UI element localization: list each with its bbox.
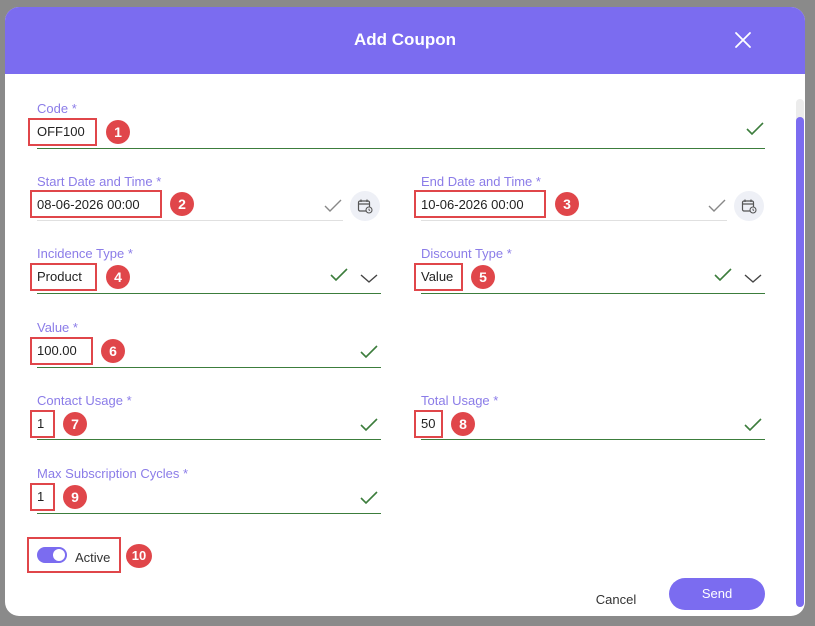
- chevron-down-icon[interactable]: [359, 272, 379, 284]
- annotation-box-5: [414, 263, 463, 291]
- check-icon: [360, 345, 378, 359]
- check-icon: [360, 491, 378, 505]
- dialog-header: Add Coupon: [5, 7, 805, 74]
- contact-usage-underline: [37, 439, 381, 440]
- check-icon: [324, 199, 342, 212]
- annotation-box-2: [30, 190, 162, 218]
- send-button[interactable]: Send: [669, 578, 765, 610]
- max-cycles-label: Max Subscription Cycles *: [37, 466, 188, 481]
- incidence-type-underline: [37, 293, 381, 294]
- annotation-badge-7: 7: [63, 412, 87, 436]
- annotation-box-9: [30, 483, 55, 511]
- code-field[interactable]: Code * OFF100: [37, 101, 765, 149]
- annotation-box-10: [27, 537, 121, 573]
- max-cycles-underline: [37, 513, 381, 514]
- contact-usage-label: Contact Usage *: [37, 393, 132, 408]
- end-date-label: End Date and Time *: [421, 174, 541, 189]
- check-icon: [746, 122, 764, 136]
- calendar-icon: [741, 199, 757, 214]
- end-date-calendar-button[interactable]: [734, 191, 764, 221]
- annotation-box-1: [28, 118, 97, 146]
- check-icon: [330, 268, 348, 282]
- discount-type-underline: [421, 293, 765, 294]
- start-date-calendar-button[interactable]: [350, 191, 380, 221]
- annotation-badge-3: 3: [555, 192, 579, 216]
- check-icon: [714, 268, 732, 282]
- check-icon: [708, 199, 726, 212]
- close-button[interactable]: [732, 29, 754, 51]
- annotation-badge-6: 6: [101, 339, 125, 363]
- max-cycles-field[interactable]: Max Subscription Cycles * 1: [37, 466, 381, 514]
- dialog-title: Add Coupon: [354, 30, 456, 49]
- annotation-box-8: [414, 410, 443, 438]
- chevron-down-icon[interactable]: [743, 272, 763, 284]
- start-date-label: Start Date and Time *: [37, 174, 162, 189]
- contact-usage-field[interactable]: Contact Usage * 1: [37, 393, 381, 440]
- scrollbar-thumb[interactable]: [796, 117, 804, 607]
- annotation-badge-5: 5: [471, 265, 495, 289]
- annotation-box-6: [30, 337, 93, 365]
- annotation-box-7: [30, 410, 55, 438]
- cancel-button[interactable]: Cancel: [580, 584, 652, 616]
- incidence-type-label: Incidence Type *: [37, 246, 133, 261]
- total-usage-underline: [421, 439, 765, 440]
- close-icon: [735, 32, 751, 48]
- code-label: Code *: [37, 101, 77, 116]
- annotation-badge-1: 1: [106, 120, 130, 144]
- annotation-badge-2: 2: [170, 192, 194, 216]
- calendar-icon: [357, 199, 373, 214]
- check-icon: [744, 418, 762, 432]
- end-date-underline: [421, 220, 727, 221]
- annotation-badge-9: 9: [63, 485, 87, 509]
- total-usage-label: Total Usage *: [421, 393, 499, 408]
- start-date-underline: [37, 220, 343, 221]
- value-underline: [37, 367, 381, 368]
- annotation-badge-10: 10: [126, 544, 152, 568]
- code-underline: [37, 148, 765, 149]
- check-icon: [360, 418, 378, 432]
- value-label: Value *: [37, 320, 78, 335]
- annotation-box-4: [30, 263, 97, 291]
- discount-type-label: Discount Type *: [421, 246, 512, 261]
- annotation-badge-8: 8: [451, 412, 475, 436]
- annotation-badge-4: 4: [106, 265, 130, 289]
- annotation-box-3: [414, 190, 546, 218]
- add-coupon-dialog: Add Coupon Code * OFF100 Start Date and …: [5, 7, 805, 616]
